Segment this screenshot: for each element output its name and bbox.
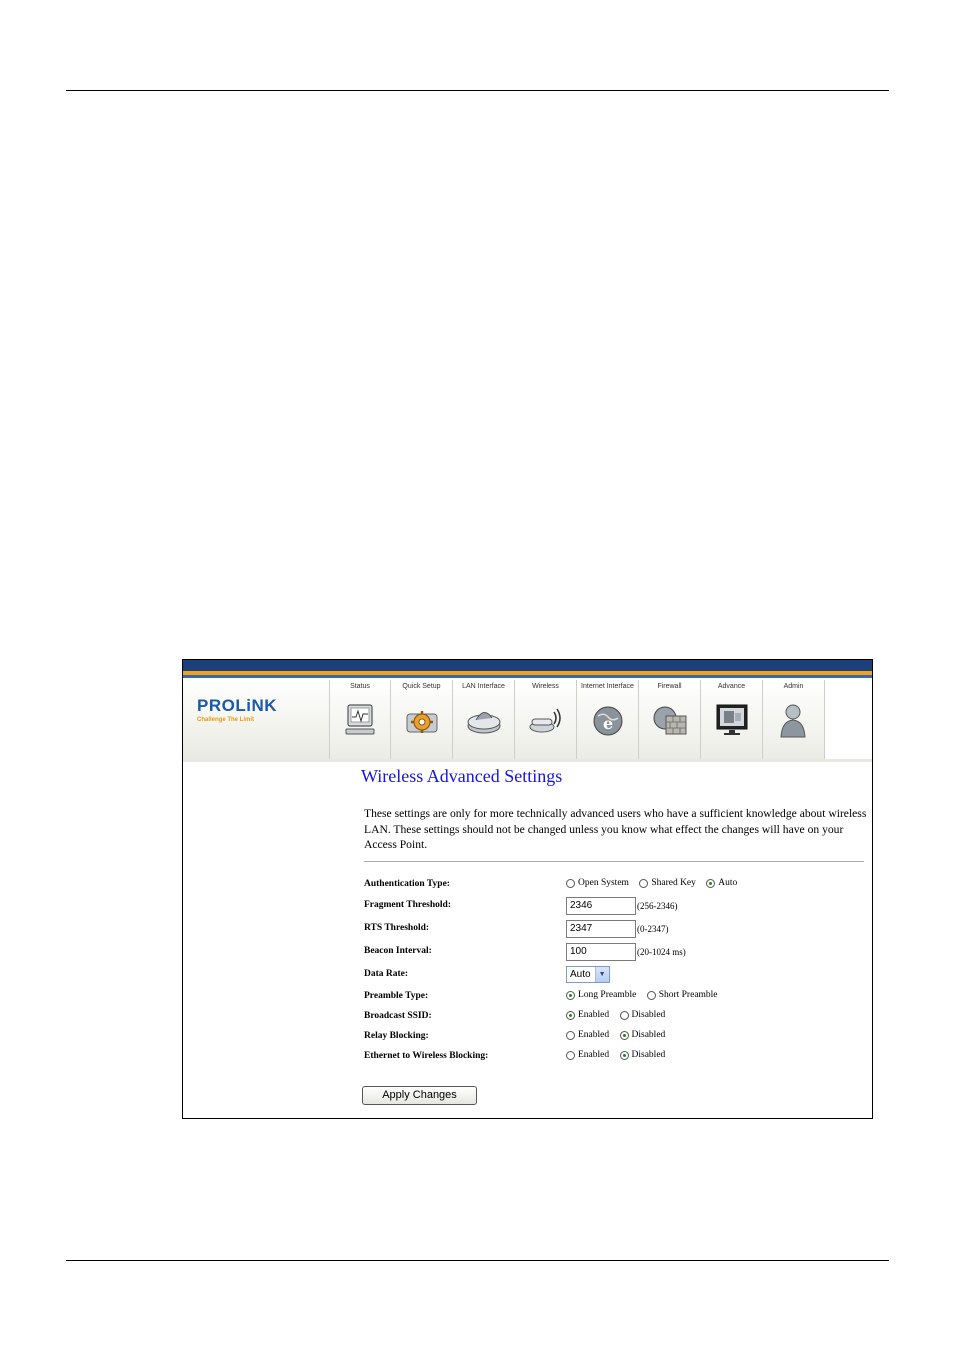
rts-range: (0-2347) [637, 924, 669, 934]
nav-item-lan-interface[interactable]: LAN Interface [453, 680, 515, 759]
preamble-row: Preamble Type: Long Preamble Short Pream… [364, 988, 869, 1008]
eth-wireless-blocking-options: Enabled Disabled [566, 1050, 673, 1063]
relay-blocking-disabled-radio[interactable]: Disabled [619, 1030, 665, 1040]
data-rate-label: Data Rate: [364, 969, 409, 979]
auth-shared-key-radio[interactable]: Shared Key [639, 878, 696, 888]
auth-type-label: Authentication Type: [364, 879, 450, 889]
eth-wireless-blocking-label: Ethernet to Wireless Blocking: [364, 1051, 489, 1061]
nav-label: Status [350, 683, 370, 690]
header: PROLiNK Challenge The Limit Status Quick… [183, 678, 872, 762]
page-bottom-rule [66, 1260, 889, 1261]
nav-item-internet-interface[interactable]: Internet Interface e [577, 680, 639, 759]
relay-blocking-options: Enabled Disabled [566, 1030, 673, 1043]
nav-label: Internet Interface [581, 683, 634, 690]
page-top-rule [66, 90, 889, 91]
router-icon [467, 712, 501, 734]
nav-item-quick-setup[interactable]: Quick Setup [391, 680, 453, 759]
svg-text:e: e [603, 714, 613, 733]
wireless-icon [529, 708, 561, 733]
fragment-label: Fragment Threshold: [364, 900, 451, 910]
prolink-logo: PROLiNK Challenge The Limit [197, 696, 277, 723]
broadcast-ssid-disabled-radio[interactable]: Disabled [619, 1010, 665, 1020]
globe-e-icon: e [593, 706, 623, 736]
broadcast-ssid-row: Broadcast SSID: Enabled Disabled [364, 1008, 869, 1028]
logo-tagline: Challenge The Limit [197, 717, 255, 723]
broadcast-ssid-label: Broadcast SSID: [364, 1011, 432, 1021]
monitor-icon [345, 704, 375, 735]
page-title: Wireless Advanced Settings [361, 766, 563, 786]
screen-icon [716, 704, 748, 735]
relay-blocking-label: Relay Blocking: [364, 1031, 429, 1041]
rts-label: RTS Threshold: [364, 923, 430, 933]
preamble-short-radio[interactable]: Short Preamble [646, 990, 718, 1000]
eth-wireless-blocking-row: Ethernet to Wireless Blocking: Enabled D… [364, 1048, 869, 1068]
gear-icon [406, 711, 438, 733]
auth-auto-radio[interactable]: Auto [706, 878, 737, 888]
eth-wireless-blocking-disabled-radio[interactable]: Disabled [619, 1050, 665, 1060]
nav-spacer [825, 680, 872, 759]
fragment-input[interactable]: 2346 [566, 897, 636, 915]
beacon-row: Beacon Interval: 100 (20-1024 ms) [364, 943, 869, 963]
nav-item-status[interactable]: Status [329, 680, 391, 759]
eth-wireless-blocking-enabled-radio[interactable]: Enabled [566, 1050, 609, 1060]
user-icon [780, 704, 806, 738]
logo-name: PROLiNK [197, 696, 277, 715]
relay-blocking-row: Relay Blocking: Enabled Disabled [364, 1028, 869, 1048]
broadcast-ssid-enabled-radio[interactable]: Enabled [566, 1010, 609, 1020]
preamble-options: Long Preamble Short Preamble [566, 990, 726, 1003]
header-band [183, 660, 872, 671]
nav-item-advance[interactable]: Advance [701, 680, 763, 759]
main-nav: Status Quick Setup LAN Interface Wireles… [329, 680, 872, 759]
nav-item-admin[interactable]: Admin [763, 680, 825, 759]
data-rate-select[interactable]: Auto ▼ [566, 966, 610, 983]
page-description: These settings are only for more technic… [364, 807, 867, 851]
beacon-range: (20-1024 ms) [637, 947, 686, 957]
beacon-input[interactable]: 100 [566, 943, 636, 961]
broadcast-ssid-options: Enabled Disabled [566, 1010, 673, 1023]
nav-label: Admin [783, 683, 804, 690]
preamble-long-radio[interactable]: Long Preamble [566, 990, 636, 1000]
nav-item-wireless[interactable]: Wireless [515, 680, 577, 759]
nav-label: Advance [717, 683, 746, 690]
fragment-range: (256-2346) [637, 901, 678, 911]
router-admin-screenshot: PROLiNK Challenge The Limit Status Quick… [182, 659, 873, 1119]
nav-label: LAN Interface [462, 683, 505, 690]
preamble-label: Preamble Type: [364, 991, 429, 1001]
chevron-down-icon: ▼ [594, 967, 609, 982]
auth-type-row: Authentication Type: Open System Shared … [364, 876, 869, 896]
apply-changes-button[interactable]: Apply Changes [362, 1086, 477, 1105]
data-rate-row: Data Rate: Auto ▼ [364, 966, 869, 986]
firewall-icon [653, 706, 687, 735]
data-rate-control: Auto ▼ [566, 966, 610, 983]
rts-row: RTS Threshold: 2347 (0-2347) [364, 920, 869, 940]
nav-item-firewall[interactable]: Firewall [639, 680, 701, 759]
rts-input[interactable]: 2347 [566, 920, 636, 938]
fragment-control: 2346 (256-2346) [566, 897, 678, 915]
beacon-label: Beacon Interval: [364, 946, 432, 956]
nav-label: Firewall [657, 683, 682, 690]
nav-label: Wireless [532, 683, 559, 690]
nav-label: Quick Setup [402, 683, 441, 690]
auth-type-options: Open System Shared Key Auto [566, 878, 745, 891]
beacon-control: 100 (20-1024 ms) [566, 943, 686, 961]
relay-blocking-enabled-radio[interactable]: Enabled [566, 1030, 609, 1040]
fragment-row: Fragment Threshold: 2346 (256-2346) [364, 897, 869, 917]
rts-control: 2347 (0-2347) [566, 920, 669, 938]
divider [364, 861, 864, 862]
auth-open-system-radio[interactable]: Open System [566, 878, 629, 888]
